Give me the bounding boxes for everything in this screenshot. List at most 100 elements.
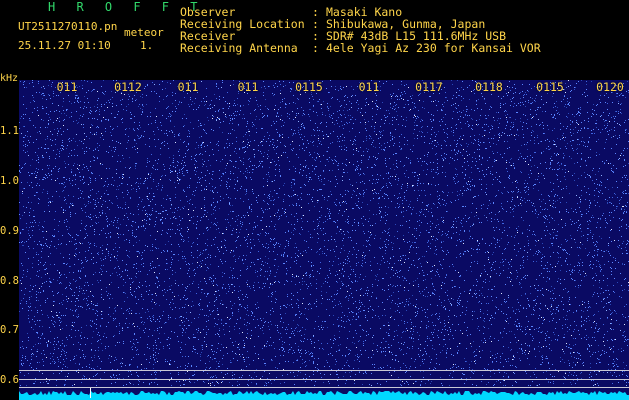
noise-pixel: [556, 309, 557, 310]
noise-pixel: [167, 82, 168, 83]
noise-pixel: [298, 250, 299, 251]
noise-pixel: [396, 160, 397, 161]
noise-pixel: [406, 353, 407, 354]
noise-pixel: [494, 120, 495, 121]
noise-pixel: [293, 362, 294, 363]
noise-pixel: [234, 103, 235, 104]
noise-pixel: [56, 344, 57, 345]
noise-pixel: [86, 309, 87, 310]
noise-pixel: [181, 239, 182, 240]
noise-pixel: [498, 96, 499, 97]
noise-pixel: [584, 120, 585, 121]
noise-pixel: [460, 136, 461, 137]
noise-pixel: [389, 146, 390, 147]
noise-pixel: [52, 196, 53, 197]
noise-pixel: [213, 192, 214, 193]
noise-pixel: [495, 306, 496, 307]
noise-pixel: [26, 276, 27, 277]
noise-pixel: [480, 275, 481, 276]
noise-pixel: [223, 108, 224, 109]
noise-pixel: [554, 220, 555, 221]
noise-pixel: [218, 383, 219, 384]
noise-pixel: [196, 187, 197, 188]
noise-pixel: [63, 257, 64, 258]
noise-pixel: [349, 366, 350, 367]
noise-pixel: [425, 383, 426, 384]
noise-pixel: [369, 384, 370, 385]
noise-pixel: [401, 84, 402, 85]
noise-pixel: [599, 192, 600, 193]
noise-pixel: [267, 181, 268, 182]
noise-pixel: [607, 179, 608, 180]
noise-pixel: [179, 179, 180, 180]
noise-pixel: [611, 271, 612, 272]
noise-pixel: [102, 164, 103, 165]
noise-pixel: [157, 258, 158, 259]
noise-pixel: [29, 235, 30, 236]
noise-pixel: [154, 91, 155, 92]
noise-pixel: [77, 100, 78, 101]
noise-pixel: [369, 218, 370, 219]
noise-pixel: [398, 291, 399, 292]
noise-pixel: [573, 352, 574, 353]
noise-pixel: [308, 114, 309, 115]
noise-pixel: [429, 368, 430, 369]
noise-pixel: [294, 384, 295, 385]
noise-pixel: [475, 355, 476, 356]
spectrogram-plot[interactable]: [19, 80, 629, 400]
noise-pixel: [282, 347, 283, 348]
noise-pixel: [64, 263, 65, 264]
event-tag: meteor: [124, 26, 164, 39]
noise-pixel: [331, 296, 332, 297]
noise-pixel: [191, 159, 192, 160]
noise-pixel: [172, 212, 173, 213]
noise-pixel: [210, 165, 211, 166]
noise-pixel: [194, 382, 195, 383]
noise-pixel: [517, 326, 518, 327]
noise-pixel: [526, 144, 527, 145]
noise-pixel: [190, 312, 191, 313]
noise-pixel: [249, 135, 250, 136]
noise-pixel: [550, 148, 551, 149]
noise-pixel: [427, 169, 428, 170]
noise-pixel: [323, 138, 324, 139]
noise-pixel: [406, 367, 407, 368]
noise-pixel: [225, 116, 226, 117]
noise-pixel: [125, 204, 126, 205]
noise-pixel: [451, 354, 452, 355]
noise-pixel: [53, 373, 54, 374]
noise-pixel: [601, 182, 602, 183]
noise-pixel: [453, 179, 454, 180]
noise-pixel: [29, 307, 30, 308]
noise-pixel: [195, 168, 196, 169]
noise-pixel: [604, 351, 605, 352]
noise-pixel: [507, 191, 508, 192]
noise-pixel: [500, 182, 501, 183]
noise-pixel: [263, 318, 264, 319]
noise-pixel: [244, 343, 245, 344]
noise-pixel: [532, 234, 533, 235]
noise-pixel: [71, 112, 72, 113]
noise-pixel: [553, 300, 554, 301]
noise-pixel: [244, 324, 245, 325]
noise-pixel: [571, 208, 572, 209]
noise-pixel: [320, 373, 321, 374]
noise-pixel: [393, 154, 394, 155]
noise-pixel: [346, 147, 347, 148]
noise-pixel: [376, 179, 377, 180]
noise-pixel: [79, 291, 80, 292]
noise-pixel: [442, 172, 443, 173]
noise-pixel: [471, 248, 472, 249]
noise-pixel: [129, 242, 130, 243]
noise-pixel: [600, 293, 601, 294]
noise-pixel: [526, 333, 527, 334]
noise-pixel: [359, 193, 360, 194]
noise-pixel: [48, 173, 49, 174]
noise-pixel: [81, 260, 82, 261]
noise-pixel: [75, 310, 76, 311]
noise-pixel: [171, 385, 172, 386]
noise-pixel: [467, 184, 468, 185]
noise-pixel: [105, 119, 106, 120]
noise-pixel: [510, 272, 511, 273]
noise-pixel: [419, 100, 420, 101]
